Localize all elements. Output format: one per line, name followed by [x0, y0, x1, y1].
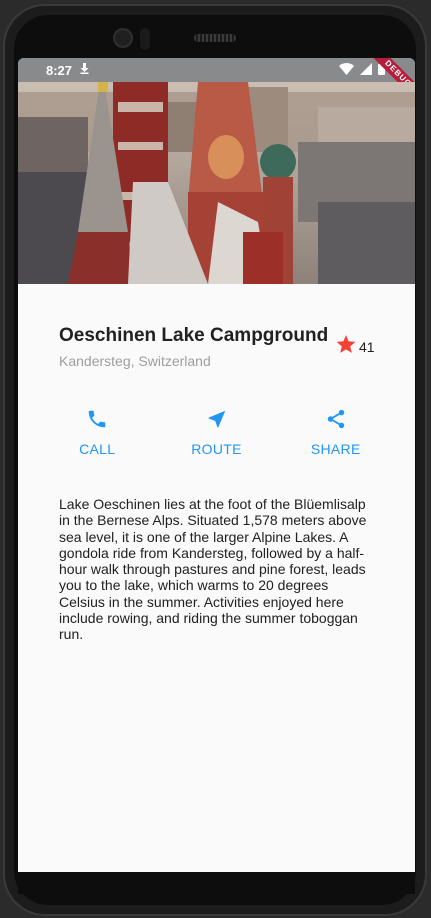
- place-description: Lake Oeschinen lies at the foot of the B…: [59, 496, 367, 643]
- sensor-icon: [140, 28, 150, 50]
- route-label: ROUTE: [191, 441, 242, 457]
- speaker-grille: [194, 34, 236, 42]
- place-location: Kandersteg, Switzerland: [59, 353, 211, 369]
- route-button[interactable]: ROUTE: [177, 408, 257, 457]
- near-me-icon: [206, 408, 228, 435]
- share-button[interactable]: SHARE: [296, 408, 376, 457]
- rating-count: 41: [359, 339, 375, 355]
- hero-image: [18, 82, 415, 284]
- phone-icon: [86, 408, 108, 435]
- call-label: CALL: [79, 441, 116, 457]
- share-label: SHARE: [310, 441, 361, 457]
- status-time: 8:27: [46, 63, 73, 78]
- share-icon: [325, 408, 347, 435]
- call-button[interactable]: CALL: [57, 408, 137, 457]
- download-icon: [80, 63, 89, 77]
- place-title: Oeschinen Lake Campground: [59, 325, 329, 346]
- action-row: CALL ROUTE SHARE: [18, 408, 415, 457]
- star-icon[interactable]: [336, 335, 356, 359]
- status-bar: 8:27 DEBUG: [18, 58, 415, 111]
- signal-icon: [360, 62, 372, 78]
- title-section: Oeschinen Lake Campground Kandersteg, Sw…: [59, 325, 379, 369]
- screen-bottom-edge: [18, 872, 415, 894]
- app-screen: 8:27 DEBUG Oeschinen Lake Campground Kan…: [18, 58, 415, 872]
- camera-icon: [113, 28, 133, 48]
- status-icons: [339, 62, 385, 78]
- wifi-icon: [339, 62, 354, 78]
- rating[interactable]: 41: [336, 335, 375, 359]
